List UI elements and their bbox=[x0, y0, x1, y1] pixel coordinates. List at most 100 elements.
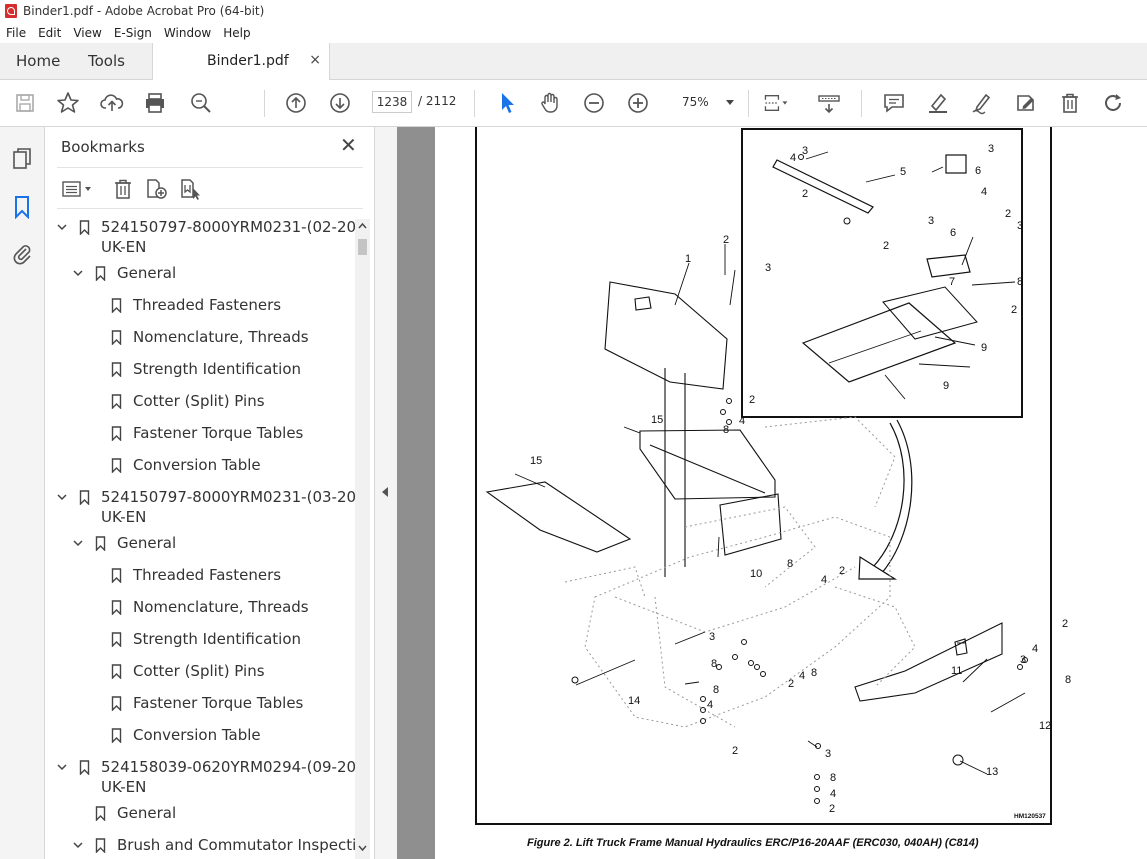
figure-caption: Figure 2. Lift Truck Frame Manual Hydrau… bbox=[527, 837, 979, 849]
callout-number: 4 bbox=[821, 574, 827, 586]
comment-icon[interactable] bbox=[881, 90, 907, 116]
bookmark-item[interactable]: General bbox=[45, 533, 350, 555]
bookmark-from-selection-icon[interactable] bbox=[179, 178, 203, 200]
callout-number: 3 bbox=[1017, 220, 1023, 232]
bookmark-label: 524150797-8000YRM0231-(02-2023)- bbox=[101, 218, 357, 236]
scroll-thumb[interactable] bbox=[358, 239, 367, 255]
rotate-icon[interactable] bbox=[1100, 90, 1126, 116]
select-arrow-icon[interactable] bbox=[494, 90, 520, 116]
page-up-icon[interactable] bbox=[283, 90, 309, 116]
bookmark-item[interactable]: Cotter (Split) Pins bbox=[45, 661, 350, 683]
menu-window[interactable]: Window bbox=[158, 26, 217, 40]
menu-file[interactable]: File bbox=[0, 26, 32, 40]
chevron-down-icon[interactable] bbox=[57, 492, 67, 502]
menu-view[interactable]: View bbox=[67, 26, 107, 40]
tab-document[interactable]: Binder1.pdf × bbox=[152, 43, 330, 80]
bookmark-options-icon[interactable] bbox=[61, 178, 95, 200]
save-icon[interactable] bbox=[12, 90, 38, 116]
bookmark-item[interactable]: Conversion Table bbox=[45, 455, 350, 477]
zoom-value: 75% bbox=[682, 95, 709, 109]
upload-icon[interactable] bbox=[99, 90, 125, 116]
document-tab-label: Binder1.pdf bbox=[207, 53, 289, 69]
callout-number: 3 bbox=[988, 143, 994, 155]
chevron-down-icon[interactable] bbox=[57, 762, 67, 772]
bookmark-label: 524150797-8000YRM0231-(03-2020)- bbox=[101, 488, 357, 506]
callout-number: 4 bbox=[981, 186, 987, 198]
close-icon[interactable]: ✕ bbox=[340, 135, 357, 155]
scroll-up-icon[interactable] bbox=[358, 222, 367, 230]
bookmark-label: Threaded Fasteners bbox=[133, 296, 282, 314]
callout-labels: 123248151510842388421424 8 113428121338423… bbox=[530, 143, 1071, 815]
bookmark-item[interactable]: Conversion Table bbox=[45, 725, 350, 747]
page-thumbnails-icon[interactable] bbox=[10, 147, 34, 171]
bookmark-item[interactable]: Cotter (Split) Pins bbox=[45, 391, 350, 413]
chevron-down-icon[interactable] bbox=[57, 222, 67, 232]
detail-plate-9b bbox=[801, 302, 957, 383]
highlight-icon[interactable] bbox=[925, 90, 951, 116]
bookmark-item[interactable]: Brush and Commutator Inspection bbox=[45, 835, 357, 857]
chevron-down-icon[interactable] bbox=[73, 538, 83, 548]
bookmark-item[interactable]: General bbox=[45, 263, 350, 285]
callout-number: 2 bbox=[1011, 304, 1017, 316]
panel-splitter[interactable] bbox=[375, 127, 397, 859]
callout-number: 2 bbox=[749, 394, 755, 406]
chevron-down-icon[interactable] bbox=[73, 268, 83, 278]
bookmark-item[interactable]: Nomenclature, Threads bbox=[45, 327, 350, 349]
new-bookmark-icon[interactable] bbox=[145, 178, 169, 200]
bookmark-label: Strength Identification bbox=[133, 360, 302, 378]
menu-help[interactable]: Help bbox=[217, 26, 256, 40]
bookmark-item[interactable]: 524150797-8000YRM0231-(02-2023)- UK-EN bbox=[45, 217, 357, 257]
delete-icon[interactable] bbox=[1057, 90, 1083, 116]
bookmark-item[interactable]: 524150797-8000YRM0231-(03-2020)- UK-EN bbox=[45, 487, 357, 527]
callout-number: 8 bbox=[711, 658, 717, 670]
tab-tools[interactable]: Tools bbox=[88, 43, 125, 79]
hand-icon[interactable] bbox=[537, 90, 563, 116]
bookmark-label: General bbox=[117, 534, 177, 552]
bookmark-item[interactable]: Nomenclature, Threads bbox=[45, 597, 350, 619]
callout-number: 2 bbox=[829, 803, 835, 815]
callout-number: 8 bbox=[723, 424, 729, 436]
find-icon[interactable] bbox=[188, 90, 214, 116]
bookmark-item[interactable]: Fastener Torque Tables bbox=[45, 423, 350, 445]
document-view[interactable]: 1 2 3 2 4 8 15 15 10 8 4 2 3 8 8 4 2 14 2 4 8 11 3 4 2 8 12 13 3 8 4 2 3… bbox=[397, 127, 1147, 859]
bookmark-item[interactable]: 524158039-0620YRM0294-(09-2016)- UK-EN bbox=[45, 757, 357, 797]
page-number-input[interactable]: 1238 bbox=[372, 91, 412, 113]
delete-bookmark-icon[interactable] bbox=[111, 178, 135, 200]
bookmark-item[interactable]: Strength Identification bbox=[45, 629, 350, 651]
bookmarks-panel-icon[interactable] bbox=[10, 195, 34, 219]
bookmarks-scrollbar[interactable] bbox=[355, 219, 370, 859]
star-icon[interactable] bbox=[55, 90, 81, 116]
scroll-mode-icon[interactable] bbox=[816, 90, 842, 116]
title-bar: Binder1.pdf - Adobe Acrobat Pro (64-bit) bbox=[0, 0, 1147, 22]
callout-number: 3 bbox=[765, 262, 771, 274]
attachments-icon[interactable] bbox=[10, 241, 34, 265]
scroll-down-icon[interactable] bbox=[358, 844, 367, 852]
bookmark-item[interactable]: Fastener Torque Tables bbox=[45, 693, 350, 715]
tab-home[interactable]: Home bbox=[16, 43, 60, 79]
sign-icon[interactable] bbox=[969, 90, 995, 116]
bookmark-label: General bbox=[117, 264, 177, 282]
bookmark-label: Threaded Fasteners bbox=[133, 566, 282, 584]
page-down-icon[interactable] bbox=[327, 90, 353, 116]
bookmark-item[interactable]: Threaded Fasteners bbox=[45, 295, 350, 317]
close-tab-icon[interactable]: × bbox=[309, 52, 321, 68]
print-icon[interactable] bbox=[142, 90, 168, 116]
bookmark-icon bbox=[111, 298, 122, 313]
bookmark-item[interactable]: Strength Identification bbox=[45, 359, 350, 381]
callout-number: 2 bbox=[788, 678, 794, 690]
fill-sign-icon[interactable] bbox=[1013, 90, 1039, 116]
zoom-in-icon[interactable] bbox=[625, 90, 651, 116]
bookmark-item[interactable]: General bbox=[45, 803, 350, 825]
zoom-out-icon[interactable] bbox=[581, 90, 607, 116]
bookmark-item[interactable]: Threaded Fasteners bbox=[45, 565, 350, 587]
chevron-down-icon[interactable] bbox=[73, 840, 83, 850]
menu-esign[interactable]: E-Sign bbox=[108, 26, 158, 40]
tab-bar: Home Tools Binder1.pdf × bbox=[0, 43, 1147, 80]
collapse-panel-icon[interactable] bbox=[382, 487, 388, 497]
zoom-select[interactable]: 75% bbox=[664, 91, 740, 113]
menu-edit[interactable]: Edit bbox=[32, 26, 67, 40]
fit-page-icon[interactable] bbox=[763, 90, 789, 116]
bookmark-label-continued: UK-EN bbox=[101, 508, 147, 526]
callout-number: 2 bbox=[802, 188, 808, 200]
bookmark-icon bbox=[111, 728, 122, 743]
